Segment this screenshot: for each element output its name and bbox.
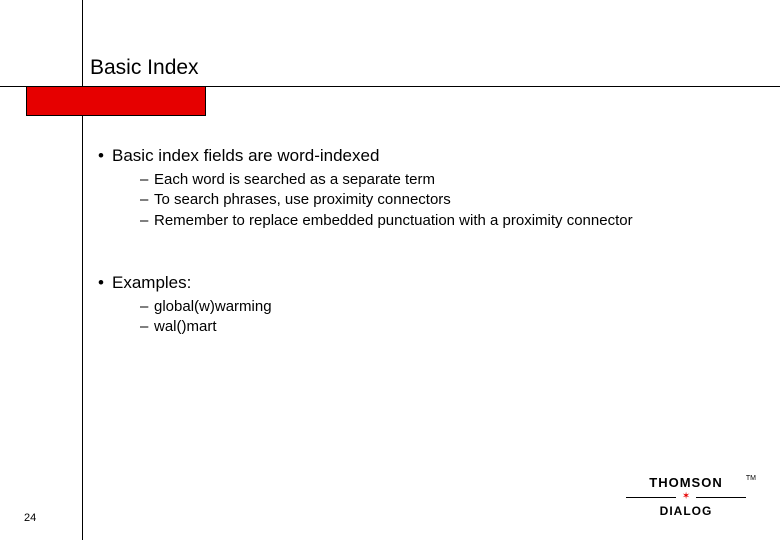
bullet-icon: •	[98, 146, 112, 166]
vertical-rule	[82, 0, 83, 540]
bullet-text: Basic index fields are word-indexed	[112, 146, 379, 165]
brand-logo: TM THOMSON ✶ DIALOG	[626, 475, 746, 518]
logo-bar	[696, 497, 746, 498]
accent-block	[26, 86, 206, 116]
dash-icon: –	[140, 170, 154, 190]
sub-text: To search phrases, use proximity connect…	[154, 191, 451, 208]
bullet-item: •Basic index fields are word-indexed	[98, 146, 728, 166]
page-number: 24	[24, 512, 36, 524]
sub-text: Each word is searched as a separate term	[154, 171, 435, 188]
sub-text: Remember to replace embedded punctuation…	[154, 212, 633, 229]
bullet-icon: •	[98, 273, 112, 293]
dash-icon: –	[140, 211, 154, 231]
sub-list: –Each word is searched as a separate ter…	[140, 170, 728, 231]
sub-item: –Each word is searched as a separate ter…	[140, 170, 728, 190]
trademark: TM	[746, 475, 756, 482]
bullet-item: •Examples:	[98, 273, 728, 293]
logo-bottom-text: DIALOG	[626, 504, 746, 518]
dash-icon: –	[140, 190, 154, 210]
sub-text: global(w)warming	[154, 298, 272, 315]
slide-body: •Basic index fields are word-indexed –Ea…	[98, 140, 728, 337]
sub-item: –global(w)warming	[140, 297, 728, 317]
bullet-text: Examples:	[112, 273, 191, 292]
sub-item: –Remember to replace embedded punctuatio…	[140, 211, 728, 231]
sub-item: –wal()mart	[140, 317, 728, 337]
sub-item: –To search phrases, use proximity connec…	[140, 190, 728, 210]
slide-title: Basic Index	[90, 56, 199, 80]
dash-icon: –	[140, 317, 154, 337]
star-icon: ✶	[682, 492, 690, 502]
sub-text: wal()mart	[154, 318, 217, 335]
slide: Basic Index •Basic index fields are word…	[0, 0, 780, 540]
logo-bar	[626, 497, 676, 498]
logo-separator: ✶	[626, 492, 746, 502]
sub-list: –global(w)warming –wal()mart	[140, 297, 728, 338]
dash-icon: –	[140, 297, 154, 317]
logo-top-text: THOMSON	[626, 475, 746, 490]
